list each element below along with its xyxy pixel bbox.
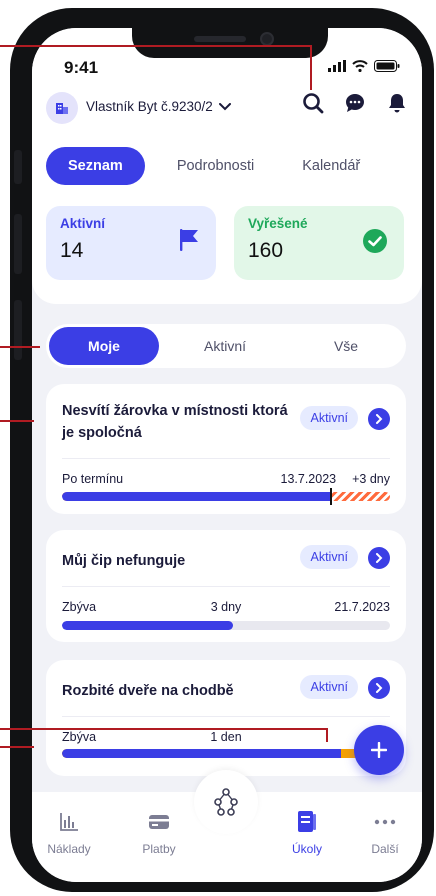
header-actions: [302, 92, 408, 114]
task-title: Můj čip nefunguje: [62, 553, 186, 569]
task-deadline-row: Zbýva 3 dny 21.7.2023: [62, 600, 390, 614]
filter-moje[interactable]: Moje: [49, 327, 159, 365]
network-icon: [214, 788, 238, 816]
battery-icon: [374, 60, 400, 72]
chat-icon: [346, 94, 364, 112]
notifications-button[interactable]: [386, 92, 408, 114]
nav-label: Úkoly: [291, 842, 322, 856]
divider: [62, 458, 390, 459]
chart-icon: [60, 813, 78, 831]
nav-item-dalsi[interactable]: Další: [350, 810, 420, 856]
notch: [132, 28, 328, 58]
tab-podrobnosti[interactable]: Podrobnosti: [155, 147, 276, 185]
stat-active-card[interactable]: Aktivní 14: [46, 206, 216, 280]
nav-label: Platby: [142, 842, 176, 856]
side-button: [14, 214, 22, 274]
check-circle-icon: [363, 229, 387, 253]
chevron-right-icon: [376, 414, 383, 424]
remaining-days: 3 dny: [210, 600, 242, 614]
building-avatar[interactable]: [46, 92, 78, 124]
task-title: Nesvítí žárovka v místnosti ktorá je spo…: [62, 403, 288, 441]
divider: [62, 586, 390, 587]
signal-icon: [328, 60, 346, 72]
task-deadline-row: Po termínu 13.7.2023 +3 dny: [62, 472, 390, 486]
deadline-status: Po termínu: [62, 472, 124, 486]
side-button: [14, 300, 22, 360]
open-task-button[interactable]: [368, 408, 390, 430]
status-badge: Aktivní: [300, 406, 358, 430]
chevron-right-icon: [376, 553, 383, 563]
overdue-days: +3 dny: [352, 472, 390, 486]
task-card[interactable]: Nesvítí žárovka v místnosti ktorá je spo…: [46, 384, 406, 514]
search-button[interactable]: [302, 92, 324, 114]
search-icon: [303, 93, 324, 114]
open-task-button[interactable]: [368, 677, 390, 699]
annotation-line: [310, 45, 312, 90]
stat-resolved-card[interactable]: Vyřešené 160: [234, 206, 404, 280]
task-card[interactable]: Rozbité dveře na chodbě Aktivní Zbýva 1 …: [46, 660, 406, 776]
building-icon: [56, 103, 68, 114]
status-badge: Aktivní: [300, 675, 358, 699]
progress-fill: [62, 749, 341, 758]
progress-bar: [62, 749, 390, 758]
bell-icon: [389, 94, 405, 113]
chevron-down-icon: [218, 102, 231, 110]
owner-label: Vlastník Byt č.9230/2: [86, 99, 213, 114]
tasks-icon: [298, 811, 316, 832]
status-time: 9:41: [64, 58, 99, 77]
status-icons: [328, 60, 400, 72]
nav-label: Náklady: [47, 842, 91, 856]
tab-kalendar[interactable]: Kalendář: [280, 147, 382, 185]
progress-bar: [62, 621, 390, 630]
annotation-line: [0, 728, 326, 730]
annotation-line: [0, 420, 34, 422]
wifi-icon: [352, 60, 368, 72]
view-tabs: Seznam Podrobnosti Kalendář: [46, 146, 396, 186]
tab-seznam[interactable]: Seznam: [46, 147, 145, 185]
chevron-right-icon: [376, 683, 383, 693]
annotation-line: [0, 346, 40, 348]
remaining-label: Zbýva: [62, 730, 97, 744]
nav-item-naklady[interactable]: Náklady: [34, 810, 104, 856]
filter-aktivni[interactable]: Aktivní: [159, 327, 291, 365]
task-title: Rozbité dveře na chodbě: [62, 683, 234, 699]
remaining-label: Zbýva: [62, 600, 97, 614]
nav-item-ukoly[interactable]: Úkoly: [272, 810, 342, 856]
add-task-button[interactable]: [354, 725, 404, 775]
community-button[interactable]: [194, 770, 258, 834]
owner-selector[interactable]: Vlastník Byt č.9230/2: [86, 99, 231, 114]
nav-label: Další: [371, 842, 399, 856]
filter-vse[interactable]: Vše: [291, 327, 401, 365]
annotation-line: [326, 728, 328, 742]
deadline-date: 21.7.2023: [334, 600, 390, 614]
flag-icon: [180, 229, 198, 251]
progress-fill: [62, 621, 233, 630]
open-task-button[interactable]: [368, 547, 390, 569]
progress-bar: [62, 492, 390, 501]
plus-icon: [371, 742, 387, 758]
status-badge: Aktivní: [300, 545, 358, 569]
task-filter: Moje Aktivní Vše: [46, 324, 406, 368]
annotation-line: [0, 746, 34, 748]
deadline-date: 13.7.2023: [280, 472, 337, 486]
progress-fill: [62, 492, 331, 501]
chat-button[interactable]: [344, 92, 366, 114]
divider: [62, 716, 390, 717]
remaining-days: 1 den: [210, 730, 242, 744]
more-icon: [374, 819, 396, 825]
nav-item-platby[interactable]: Platby: [124, 810, 194, 856]
deadline-marker: [330, 488, 332, 505]
task-deadline-row: Zbýva 1 den 17: [62, 730, 390, 744]
annotation-line: [0, 45, 310, 47]
card-icon: [149, 815, 169, 829]
task-card[interactable]: Můj čip nefunguje Aktivní Zbýva 3 dny 21…: [46, 530, 406, 642]
side-button: [14, 150, 22, 184]
app-screen: 9:41 Vlastník Byt č.9230/2 Seznam Podrob…: [32, 28, 422, 882]
